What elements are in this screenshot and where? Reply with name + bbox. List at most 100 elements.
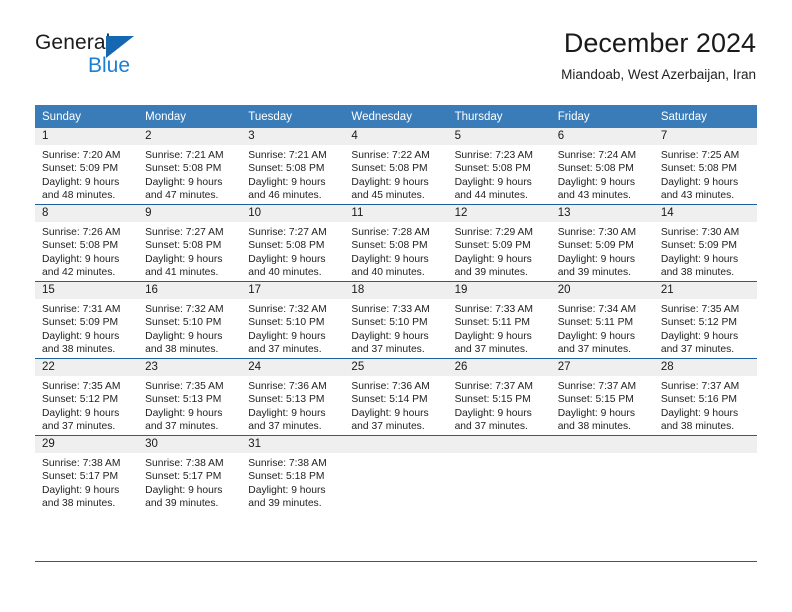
calendar-week-row: 8 Sunrise: 7:26 AM Sunset: 5:08 PM Daylight… [35, 204, 757, 282]
sunrise-text: Sunrise: 7:36 AM [248, 381, 327, 392]
sunrise-text: Sunrise: 7:31 AM [42, 304, 121, 315]
calendar-day-cell[interactable]: 25 Sunrise: 7:36 AM Sunset: 5:14 PM Dayligh… [344, 358, 448, 436]
daylight-text-line2: and 47 minutes. [145, 190, 219, 202]
day-details [448, 453, 551, 457]
sunrise-text: Sunrise: 7:38 AM [42, 458, 121, 469]
daylight-text-line1: Daylight: 9 hours [248, 176, 326, 188]
day-number: 24 [241, 359, 345, 376]
calendar-day-cell[interactable]: 23 Sunrise: 7:35 AM Sunset: 5:13 PM Dayligh… [138, 358, 242, 436]
daylight-text-line2: and 37 minutes. [351, 344, 425, 356]
sunset-text: Sunset: 5:17 PM [42, 471, 119, 483]
daylight-text-line2: and 38 minutes. [42, 344, 116, 356]
day-number [653, 436, 757, 453]
weekday-header-monday: Monday [138, 105, 242, 128]
day-details: Sunrise: 7:32 AM Sunset: 5:10 PM Daylight:… [241, 299, 344, 357]
day-cell-inner: 31 Sunrise: 7:38 AM Sunset: 5:18 PM Dayligh… [241, 436, 345, 512]
calendar-day-cell[interactable]: 24 Sunrise: 7:36 AM Sunset: 5:13 PM Dayligh… [241, 358, 345, 436]
sunrise-text: Sunrise: 7:37 AM [660, 381, 740, 392]
day-cell-inner: 23 Sunrise: 7:35 AM Sunset: 5:13 PM Dayligh… [138, 359, 242, 435]
calendar-day-cell[interactable]: 15 Sunrise: 7:31 AM Sunset: 5:09 PM Dayligh… [35, 281, 139, 359]
daylight-text-line1: Daylight: 9 hours [351, 330, 429, 342]
day-cell-inner: 4 Sunrise: 7:22 AM Sunset: 5:08 PM Daylight… [344, 128, 448, 204]
calendar-day-cell-empty [550, 435, 654, 512]
calendar-day-cell[interactable]: 13 Sunrise: 7:30 AM Sunset: 5:09 PM Dayligh… [550, 204, 654, 282]
sunset-text: Sunset: 5:08 PM [351, 240, 428, 252]
calendar-day-cell[interactable]: 29 Sunrise: 7:38 AM Sunset: 5:17 PM Dayligh… [35, 435, 139, 512]
day-details: Sunrise: 7:37 AM Sunset: 5:16 PM Daylight:… [654, 376, 757, 434]
day-number: 2 [138, 128, 242, 145]
sunrise-text: Sunrise: 7:38 AM [145, 458, 224, 469]
generalblue-logo[interactable]: General Blue [35, 31, 255, 83]
day-details: Sunrise: 7:30 AM Sunset: 5:09 PM Daylight:… [654, 222, 757, 280]
daylight-text-line2: and 48 minutes. [42, 190, 116, 202]
calendar-day-cell[interactable]: 3 Sunrise: 7:21 AM Sunset: 5:08 PM Daylight… [241, 128, 345, 205]
calendar-day-cell-empty [447, 435, 551, 512]
day-number: 9 [138, 205, 242, 222]
calendar-day-cell[interactable]: 5 Sunrise: 7:23 AM Sunset: 5:08 PM Daylight… [447, 128, 551, 205]
day-details: Sunrise: 7:35 AM Sunset: 5:12 PM Daylight:… [654, 299, 757, 357]
daylight-text-line2: and 44 minutes. [454, 190, 528, 202]
calendar-day-cell[interactable]: 9 Sunrise: 7:27 AM Sunset: 5:08 PM Daylight… [138, 204, 242, 282]
daylight-text-line2: and 39 minutes. [454, 267, 528, 279]
day-number: 28 [653, 359, 757, 376]
sunset-text: Sunset: 5:09 PM [660, 240, 737, 252]
calendar-day-cell[interactable]: 12 Sunrise: 7:29 AM Sunset: 5:09 PM Dayligh… [447, 204, 551, 282]
calendar-day-cell[interactable]: 19 Sunrise: 7:33 AM Sunset: 5:11 PM Dayligh… [447, 281, 551, 359]
page-title: December 2024 [563, 28, 756, 58]
sunrise-text: Sunrise: 7:27 AM [248, 227, 327, 238]
sunrise-text: Sunrise: 7:21 AM [145, 150, 224, 161]
calendar-day-cell[interactable]: 31 Sunrise: 7:38 AM Sunset: 5:18 PM Dayligh… [241, 435, 345, 512]
weekday-header-tuesday: Tuesday [241, 105, 345, 128]
day-number: 16 [138, 282, 242, 299]
daylight-text-line2: and 39 minutes. [145, 498, 219, 510]
sunset-text: Sunset: 5:09 PM [557, 240, 634, 252]
daylight-text-line2: and 37 minutes. [351, 421, 425, 433]
day-details: Sunrise: 7:34 AM Sunset: 5:11 PM Daylight:… [551, 299, 654, 357]
day-cell-inner: 28 Sunrise: 7:37 AM Sunset: 5:16 PM Dayligh… [653, 359, 757, 435]
day-details: Sunrise: 7:21 AM Sunset: 5:08 PM Daylight:… [241, 145, 344, 203]
calendar-day-cell[interactable]: 16 Sunrise: 7:32 AM Sunset: 5:10 PM Dayligh… [138, 281, 242, 359]
calendar-day-cell[interactable]: 21 Sunrise: 7:35 AM Sunset: 5:12 PM Dayligh… [653, 281, 757, 359]
daylight-text-line2: and 37 minutes. [660, 344, 735, 356]
sunrise-text: Sunrise: 7:37 AM [454, 381, 533, 392]
day-cell-inner: 20 Sunrise: 7:34 AM Sunset: 5:11 PM Dayligh… [550, 282, 654, 358]
day-details: Sunrise: 7:25 AM Sunset: 5:08 PM Daylight:… [654, 145, 757, 203]
sunset-text: Sunset: 5:08 PM [145, 163, 222, 175]
daylight-text-line2: and 37 minutes. [248, 421, 322, 433]
sunrise-text: Sunrise: 7:35 AM [42, 381, 121, 392]
calendar-day-cell[interactable]: 27 Sunrise: 7:37 AM Sunset: 5:15 PM Dayligh… [550, 358, 654, 436]
daylight-text-line1: Daylight: 9 hours [454, 407, 532, 419]
day-cell-inner: 25 Sunrise: 7:36 AM Sunset: 5:14 PM Dayligh… [344, 359, 448, 435]
daylight-text-line2: and 39 minutes. [557, 267, 631, 279]
sunrise-text: Sunrise: 7:25 AM [660, 150, 740, 161]
calendar-day-cell[interactable]: 7 Sunrise: 7:25 AM Sunset: 5:08 PM Daylight… [653, 128, 757, 205]
day-cell-inner: 9 Sunrise: 7:27 AM Sunset: 5:08 PM Daylight… [138, 205, 242, 281]
calendar-day-cell[interactable]: 28 Sunrise: 7:37 AM Sunset: 5:16 PM Dayligh… [653, 358, 757, 436]
calendar-day-cell[interactable]: 4 Sunrise: 7:22 AM Sunset: 5:08 PM Daylight… [344, 128, 448, 205]
day-number: 21 [653, 282, 757, 299]
daylight-text-line2: and 38 minutes. [660, 267, 735, 279]
day-cell-inner: 3 Sunrise: 7:21 AM Sunset: 5:08 PM Daylight… [241, 128, 345, 204]
day-details: Sunrise: 7:22 AM Sunset: 5:08 PM Daylight:… [344, 145, 447, 203]
calendar-day-cell[interactable]: 18 Sunrise: 7:33 AM Sunset: 5:10 PM Dayligh… [344, 281, 448, 359]
day-cell-inner: 18 Sunrise: 7:33 AM Sunset: 5:10 PM Dayligh… [344, 282, 448, 358]
calendar-day-cell[interactable]: 11 Sunrise: 7:28 AM Sunset: 5:08 PM Dayligh… [344, 204, 448, 282]
sunset-text: Sunset: 5:08 PM [351, 163, 428, 175]
calendar-day-cell[interactable]: 22 Sunrise: 7:35 AM Sunset: 5:12 PM Dayligh… [35, 358, 139, 436]
calendar-day-cell[interactable]: 6 Sunrise: 7:24 AM Sunset: 5:08 PM Daylight… [550, 128, 654, 205]
day-details: Sunrise: 7:20 AM Sunset: 5:09 PM Daylight:… [35, 145, 138, 203]
page-header: General Blue December 2024 Miandoab, Wes… [0, 0, 792, 100]
calendar-day-cell[interactable]: 10 Sunrise: 7:27 AM Sunset: 5:08 PM Dayligh… [241, 204, 345, 282]
daylight-text-line2: and 38 minutes. [660, 421, 735, 433]
day-number: 7 [653, 128, 757, 145]
calendar-day-cell[interactable]: 1 Sunrise: 7:20 AM Sunset: 5:09 PM Daylight… [35, 128, 139, 205]
calendar-day-cell[interactable]: 14 Sunrise: 7:30 AM Sunset: 5:09 PM Dayligh… [653, 204, 757, 282]
calendar-day-cell[interactable]: 17 Sunrise: 7:32 AM Sunset: 5:10 PM Dayligh… [241, 281, 345, 359]
calendar-day-cell[interactable]: 2 Sunrise: 7:21 AM Sunset: 5:08 PM Daylight… [138, 128, 242, 205]
calendar-day-cell[interactable]: 30 Sunrise: 7:38 AM Sunset: 5:17 PM Dayligh… [138, 435, 242, 512]
day-details: Sunrise: 7:23 AM Sunset: 5:08 PM Daylight:… [448, 145, 551, 203]
calendar-day-cell[interactable]: 20 Sunrise: 7:34 AM Sunset: 5:11 PM Dayligh… [550, 281, 654, 359]
calendar-day-cell[interactable]: 8 Sunrise: 7:26 AM Sunset: 5:08 PM Daylight… [35, 204, 139, 282]
day-number: 26 [447, 359, 551, 376]
calendar-day-cell[interactable]: 26 Sunrise: 7:37 AM Sunset: 5:15 PM Dayligh… [447, 358, 551, 436]
